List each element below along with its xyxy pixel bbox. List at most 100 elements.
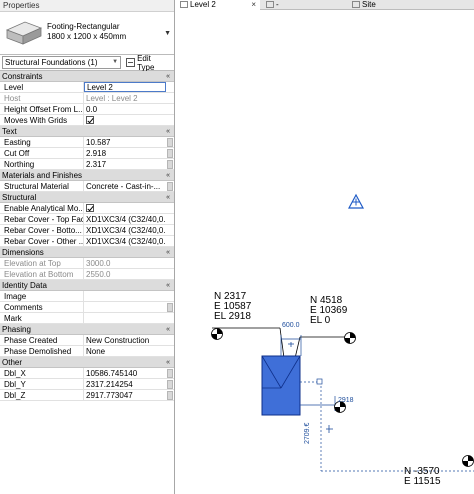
row-dbl-z[interactable]: Dbl_Z 2917.773047 bbox=[0, 390, 174, 401]
spot2-label[interactable]: N 4518 E 10369 EL 0 bbox=[310, 296, 347, 326]
row-structural-material[interactable]: Structural Material Concrete - Cast-in-..… bbox=[0, 181, 174, 192]
group-text[interactable]: Text « bbox=[0, 126, 174, 137]
easting-value[interactable]: 10.587 bbox=[84, 137, 166, 147]
prop-name: Phase Demolished bbox=[0, 346, 84, 356]
scroll-stub bbox=[167, 149, 173, 158]
scroll-stub bbox=[167, 303, 173, 312]
comments-value[interactable] bbox=[84, 302, 166, 312]
row-image[interactable]: Image bbox=[0, 291, 174, 302]
drawing-canvas[interactable]: N 2317 E 10587 EL 2918 N 4518 E 10369 EL… bbox=[176, 11, 474, 494]
grip-handle[interactable] bbox=[316, 378, 323, 385]
elevation-top-value: 3000.0 bbox=[86, 259, 111, 268]
row-cut-off[interactable]: Cut Off 2.918 bbox=[0, 148, 174, 159]
row-dbl-y[interactable]: Dbl_Y 2317.214254 bbox=[0, 379, 174, 390]
floor-plan-icon bbox=[266, 1, 274, 8]
row-phase-created[interactable]: Phase Created New Construction bbox=[0, 335, 174, 346]
group-label: Dimensions bbox=[2, 248, 44, 257]
prop-name: Easting bbox=[0, 137, 84, 147]
phase-created-value[interactable]: New Construction bbox=[84, 335, 166, 345]
row-mark[interactable]: Mark bbox=[0, 313, 174, 324]
row-easting[interactable]: Easting 10.587 bbox=[0, 137, 174, 148]
prop-name: Dbl_Z bbox=[0, 390, 84, 400]
instance-filter-select[interactable]: Structural Foundations (1) ▼ bbox=[2, 56, 122, 69]
dimension-text-2709[interactable]: 2709.€ bbox=[304, 423, 311, 444]
row-rebar-other[interactable]: Rebar Cover - Other ... XD1\XC3/4 (C32/40… bbox=[0, 236, 174, 247]
dimension-text-2918[interactable]: 2918 bbox=[338, 397, 354, 404]
group-label: Identity Data bbox=[2, 281, 47, 290]
spot2-elevation: EL 0 bbox=[310, 315, 331, 326]
group-phasing[interactable]: Phasing « bbox=[0, 324, 174, 335]
spot-coordinate-symbol-2[interactable] bbox=[344, 332, 356, 344]
analytical-model-checkbox[interactable] bbox=[86, 204, 94, 212]
mark-value[interactable] bbox=[84, 313, 166, 323]
type-selector[interactable]: Footing-Rectangular 1800 x 1200 x 450mm … bbox=[0, 12, 174, 55]
row-elevation-top: Elevation at Top 3000.0 bbox=[0, 258, 174, 269]
type-dropdown-icon[interactable]: ▼ bbox=[164, 30, 171, 37]
group-label: Structural bbox=[2, 193, 37, 202]
group-label: Text bbox=[2, 127, 17, 136]
type-family-name: Footing-Rectangular bbox=[47, 22, 120, 31]
phase-demolished-value[interactable]: None bbox=[84, 346, 166, 356]
group-structural[interactable]: Structural « bbox=[0, 192, 174, 203]
row-rebar-bottom[interactable]: Rebar Cover - Botto... XD1\XC3/4 (C32/40,… bbox=[0, 225, 174, 236]
collapse-icon: « bbox=[166, 172, 170, 179]
instance-bar: Structural Foundations (1) ▼ Edit Type bbox=[0, 54, 174, 72]
group-identity[interactable]: Identity Data « bbox=[0, 280, 174, 291]
rebar-top-value[interactable]: XD1\XC3/4 (C32/40,0... bbox=[84, 214, 166, 224]
cut-off-value[interactable]: 2.918 bbox=[84, 148, 166, 158]
spot-coordinate-symbol-4[interactable] bbox=[462, 455, 474, 467]
dimension-text-600[interactable]: 600.0 bbox=[282, 322, 300, 329]
spot1-label[interactable]: N 2317 E 10587 EL 2918 bbox=[214, 292, 251, 322]
close-icon[interactable]: × bbox=[251, 0, 256, 10]
prop-name: Rebar Cover - Botto... bbox=[0, 225, 84, 235]
prop-name: Rebar Cover - Other ... bbox=[0, 236, 84, 246]
dbl-z-value[interactable]: 2917.773047 bbox=[84, 390, 166, 400]
collapse-icon: « bbox=[166, 326, 170, 333]
height-offset-value[interactable]: 0.0 bbox=[84, 104, 166, 114]
collapse-icon: « bbox=[166, 282, 170, 289]
row-moves-with-grids[interactable]: Moves With Grids bbox=[0, 115, 174, 126]
group-other[interactable]: Other « bbox=[0, 357, 174, 368]
image-value[interactable] bbox=[84, 291, 166, 301]
rebar-bottom-value[interactable]: XD1\XC3/4 (C32/40,0... bbox=[84, 225, 166, 235]
elevation-bottom-value: 2550.0 bbox=[86, 270, 111, 279]
prop-name: Height Offset From L... bbox=[0, 104, 84, 114]
tab-site[interactable]: Site bbox=[348, 0, 474, 10]
tab-dash-view[interactable]: - bbox=[262, 0, 346, 10]
northing-value[interactable]: 2.317 bbox=[84, 159, 166, 169]
project-base-point-icon[interactable] bbox=[347, 193, 365, 209]
row-rebar-top[interactable]: Rebar Cover - Top Face XD1\XC3/4 (C32/40,… bbox=[0, 214, 174, 225]
spot3-label[interactable]: N -3570 E 11515 bbox=[404, 467, 441, 487]
spot1-elevation: EL 2918 bbox=[214, 311, 251, 322]
group-dimensions[interactable]: Dimensions « bbox=[0, 247, 174, 258]
level-value-field[interactable]: Level 2 bbox=[84, 82, 166, 92]
row-analytical[interactable]: Enable Analytical Mo... bbox=[0, 203, 174, 214]
prop-name: Elevation at Top bbox=[0, 258, 84, 268]
edit-type-button[interactable]: Edit Type bbox=[124, 54, 172, 72]
dbl-y-value[interactable]: 2317.214254 bbox=[84, 379, 166, 389]
group-constraints[interactable]: Constraints « bbox=[0, 71, 174, 82]
moves-with-grids-checkbox[interactable] bbox=[86, 116, 94, 124]
structural-material-value[interactable]: Concrete - Cast-in-... bbox=[84, 181, 166, 191]
row-phase-demolished[interactable]: Phase Demolished None bbox=[0, 346, 174, 357]
prop-name: Structural Material bbox=[0, 181, 84, 191]
row-height-offset[interactable]: Height Offset From L... 0.0 bbox=[0, 104, 174, 115]
collapse-icon: « bbox=[166, 249, 170, 256]
instance-filter-label: Structural Foundations (1) bbox=[5, 58, 98, 67]
tab-label: Level 2 bbox=[190, 0, 216, 9]
row-comments[interactable]: Comments bbox=[0, 302, 174, 313]
prop-name: Image bbox=[0, 291, 84, 301]
prop-name: Phase Created bbox=[0, 335, 84, 345]
dbl-x-value[interactable]: 10586.745140 bbox=[84, 368, 166, 378]
tab-level-2[interactable]: Level 2 × bbox=[176, 0, 260, 10]
group-materials[interactable]: Materials and Finishes « bbox=[0, 170, 174, 181]
row-dbl-x[interactable]: Dbl_X 10586.745140 bbox=[0, 368, 174, 379]
rebar-other-value[interactable]: XD1\XC3/4 (C32/40,0... bbox=[84, 236, 166, 246]
scroll-stub bbox=[167, 391, 173, 400]
prop-name: Comments bbox=[0, 302, 84, 312]
row-northing[interactable]: Northing 2.317 bbox=[0, 159, 174, 170]
prop-name: Dbl_Y bbox=[0, 379, 84, 389]
tab-label: Site bbox=[362, 0, 376, 9]
row-level[interactable]: Level Level 2 bbox=[0, 82, 174, 93]
spot-coordinate-symbol-1[interactable] bbox=[211, 328, 223, 340]
